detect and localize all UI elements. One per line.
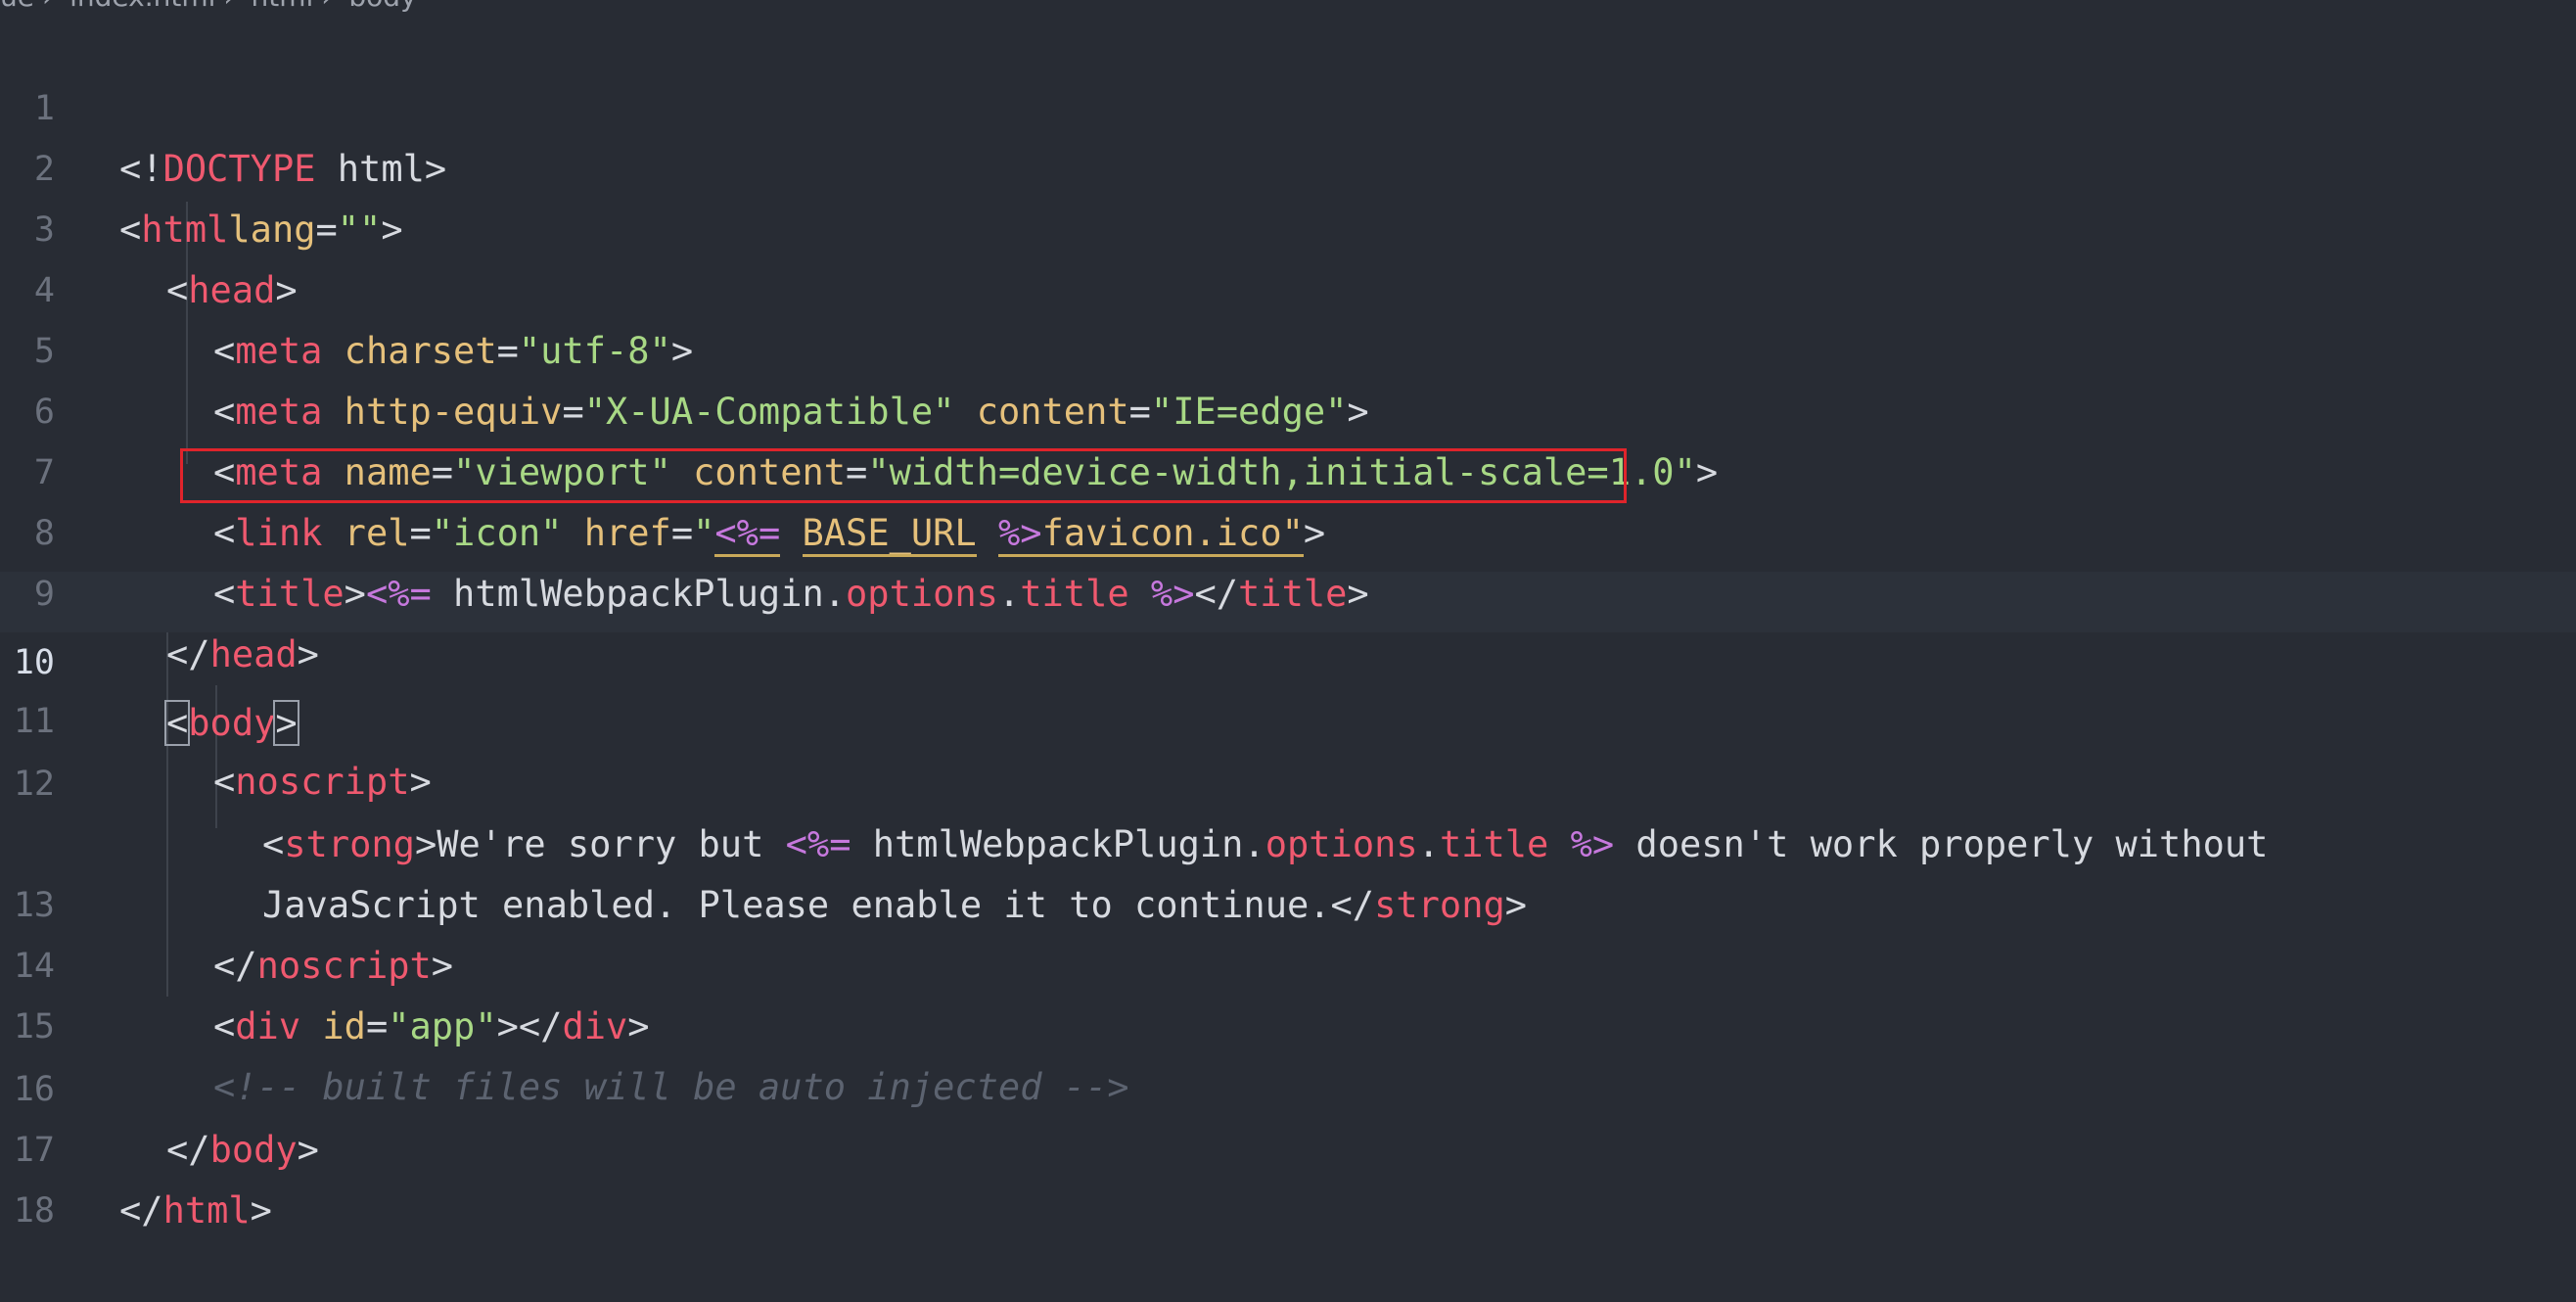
code-line[interactable]: 17 </html> [0, 1059, 2576, 1232]
code-line[interactable]: 4 <meta charset="utf-8"> [0, 200, 2576, 372]
code-line[interactable]: 11 <noscript> [0, 630, 2576, 803]
code-line[interactable]: 6 <meta name="viewport" content="width=d… [0, 321, 2576, 493]
code-line[interactable]: 16 </body> [0, 999, 2576, 1171]
code-line[interactable]: 13 </noscript> [0, 814, 2576, 987]
code-line[interactable]: 10 <body> [0, 572, 2576, 746]
code-line[interactable]: 15 <!-- built files will be auto injecte… [0, 936, 2576, 1108]
code-line-wrapped[interactable]: JavaScript enabled. Please enable it to … [0, 754, 2576, 926]
code-line[interactable]: 7 <link rel="icon" href="<%= BASE_URL %>… [0, 382, 2576, 557]
code-line[interactable]: 14 <div id="app"></div> [0, 875, 2576, 1047]
code-line[interactable]: 5 <meta http-equiv="X-UA-Compatible" con… [0, 260, 2576, 433]
code-line[interactable]: 12 <strong>We're sorry but <%= htmlWebpa… [0, 693, 2576, 865]
line-content: </html> [119, 1189, 272, 1232]
code-line[interactable]: 3 <head> [0, 139, 2576, 311]
line-number: 18 [13, 1191, 55, 1231]
code-line[interactable]: 2 <htmllang=""> [0, 78, 2576, 251]
code-editor[interactable]: 1 <!DOCTYPE html> 2 <htmllang=""> 3 <hea… [0, 0, 2576, 1232]
red-highlight-box [180, 448, 1627, 503]
code-line[interactable]: 1 <!DOCTYPE html> [0, 18, 2576, 190]
code-line[interactable]: 18 [0, 1120, 2576, 1231]
code-line[interactable]: 9 </head> [0, 503, 2576, 675]
